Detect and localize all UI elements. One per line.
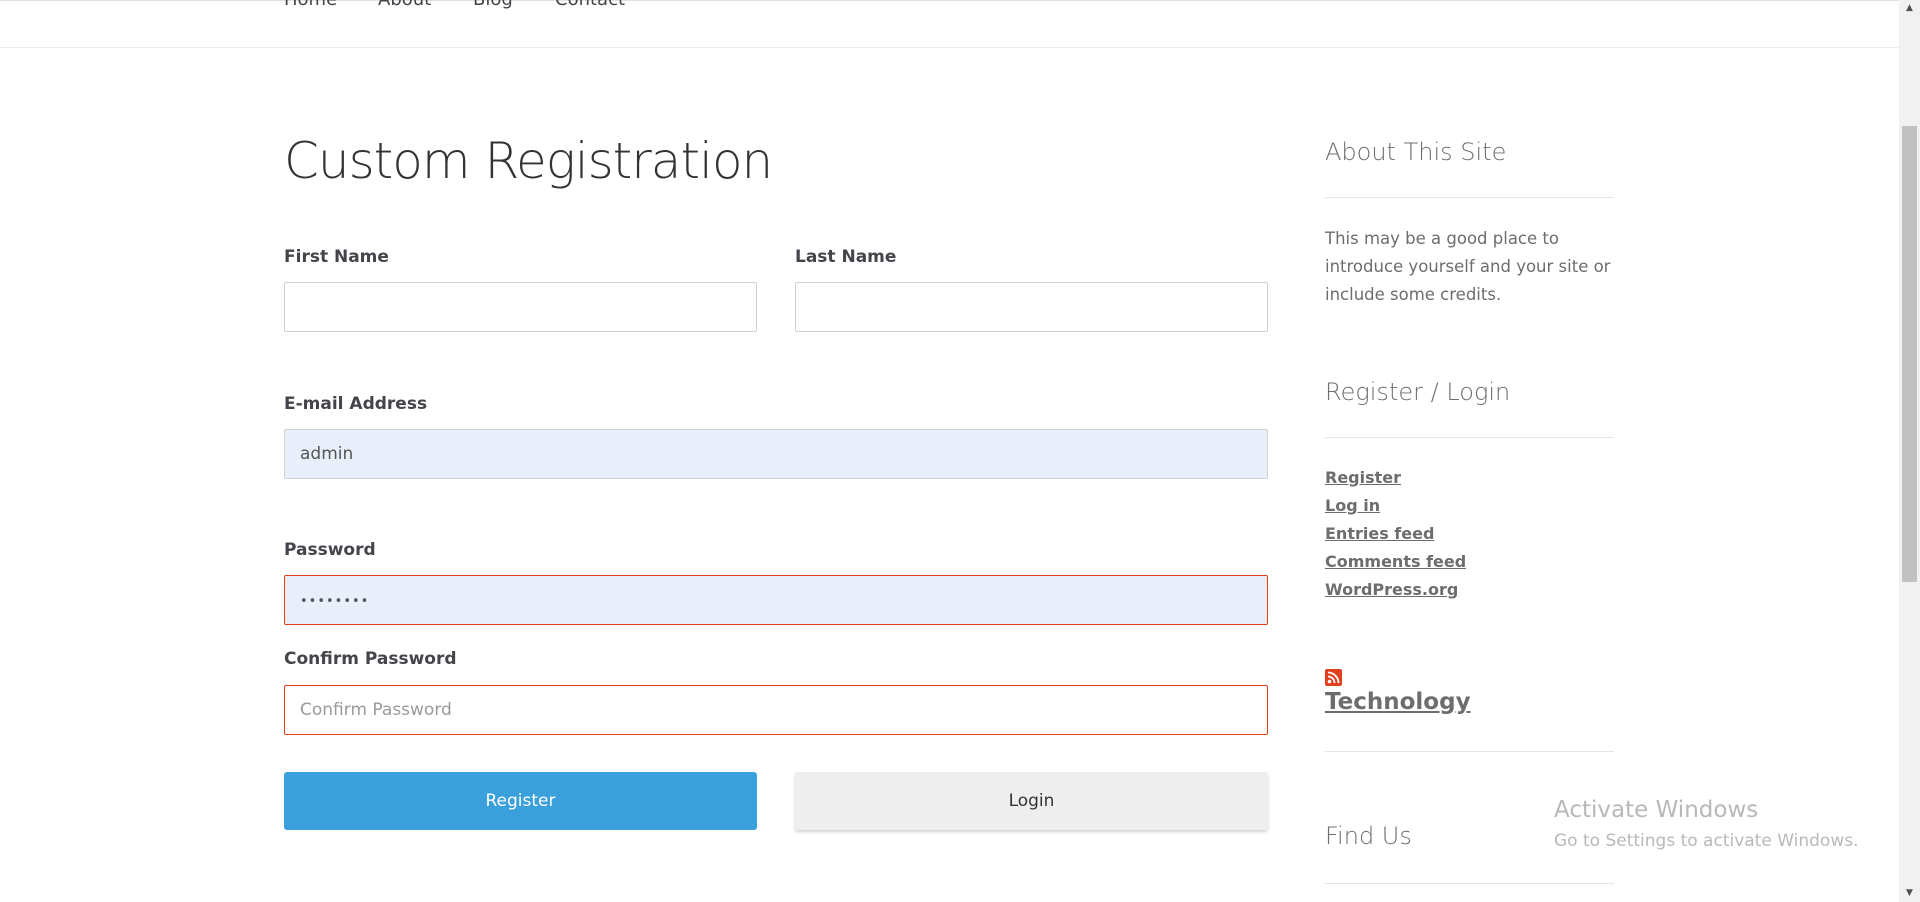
top-navigation: Home About Blog Contact: [0, 0, 1899, 48]
comments-feed-link[interactable]: Comments feed: [1325, 552, 1466, 571]
find-us-widget-title: Find Us: [1325, 822, 1412, 850]
entries-feed-link[interactable]: Entries feed: [1325, 524, 1434, 543]
nav-about-link[interactable]: About: [378, 0, 431, 10]
activate-windows-subtitle: Go to Settings to activate Windows.: [1554, 831, 1859, 851]
technology-feed-link[interactable]: Technology: [1325, 689, 1471, 715]
sidebar-login-link[interactable]: Log in: [1325, 496, 1380, 515]
rss-icon[interactable]: [1325, 669, 1342, 686]
register-button[interactable]: Register: [284, 772, 757, 830]
list-item: Log in: [1325, 492, 1466, 520]
scrollbar-thumb[interactable]: [1902, 126, 1917, 582]
list-item: Entries feed: [1325, 520, 1466, 548]
password-value: ••••••••: [300, 594, 370, 609]
scroll-up-icon[interactable]: ▲: [1899, 0, 1920, 17]
confirm-password-label: Confirm Password: [284, 649, 457, 669]
meta-link-list: Register Log in Entries feed Comments fe…: [1325, 464, 1466, 604]
last-name-input[interactable]: [795, 282, 1268, 332]
technology-divider: [1325, 751, 1614, 752]
list-item: Register: [1325, 464, 1466, 492]
email-label: E-mail Address: [284, 394, 428, 414]
login-button[interactable]: Login: [795, 772, 1268, 830]
email-value: admin: [300, 444, 354, 464]
page-scrollbar[interactable]: ▲ ▼: [1899, 0, 1920, 902]
email-input[interactable]: admin: [284, 429, 1268, 479]
first-name-input[interactable]: [284, 282, 757, 332]
last-name-label: Last Name: [795, 247, 897, 267]
about-divider: [1325, 197, 1614, 198]
list-item: Comments feed: [1325, 548, 1466, 576]
first-name-label: First Name: [284, 247, 389, 267]
nav-contact-link[interactable]: Contact: [555, 0, 625, 10]
confirm-password-placeholder: Confirm Password: [300, 700, 452, 720]
nav-home-link[interactable]: Home: [284, 0, 337, 10]
password-label: Password: [284, 540, 376, 560]
sidebar-register-link[interactable]: Register: [1325, 468, 1401, 487]
wordpress-org-link[interactable]: WordPress.org: [1325, 580, 1458, 599]
nav-blog-link[interactable]: Blog: [473, 0, 513, 10]
confirm-password-input[interactable]: Confirm Password: [284, 685, 1268, 735]
about-widget-title: About This Site: [1325, 138, 1507, 166]
about-text: This may be a good place to introduce yo…: [1325, 229, 1611, 304]
register-login-divider: [1325, 437, 1614, 438]
page-title: Custom Registration: [284, 132, 773, 190]
scroll-down-icon[interactable]: ▼: [1899, 885, 1920, 902]
activate-windows-title: Activate Windows: [1554, 797, 1759, 823]
find-us-divider: [1325, 883, 1614, 884]
list-item: WordPress.org: [1325, 576, 1466, 604]
password-input[interactable]: ••••••••: [284, 575, 1268, 625]
register-login-widget-title: Register / Login: [1325, 378, 1511, 406]
